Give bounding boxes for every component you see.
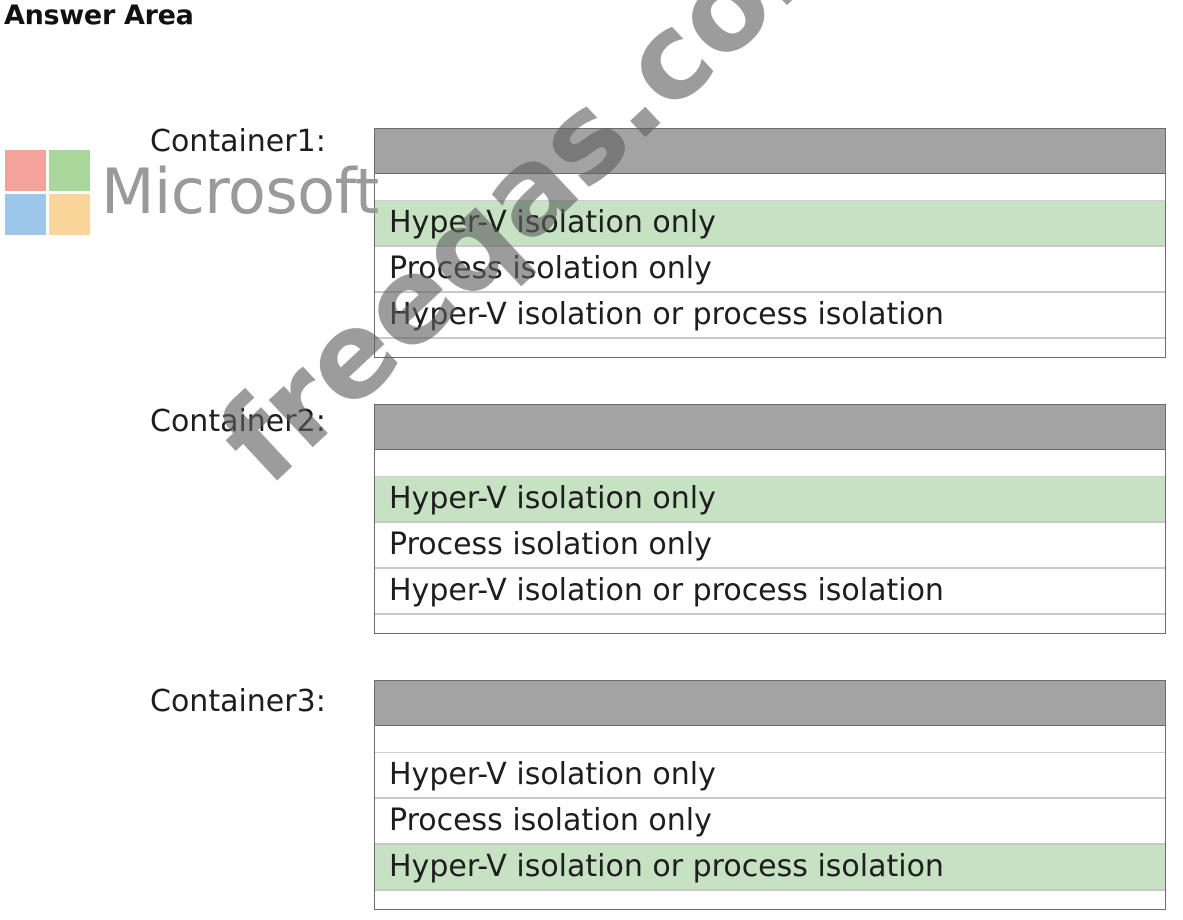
dropdown-option[interactable]: Hyper-V isolation only bbox=[375, 753, 1165, 799]
dropdown-spacer bbox=[375, 726, 1165, 753]
dropdown-spacer bbox=[375, 174, 1165, 201]
dropdown-option[interactable]: Process isolation only bbox=[375, 523, 1165, 569]
logo-square-yellow bbox=[49, 194, 90, 235]
microsoft-wordmark: Microsoft bbox=[101, 155, 379, 228]
dropdown-option[interactable]: Hyper-V isolation only bbox=[375, 477, 1165, 523]
dropdown-header[interactable] bbox=[375, 405, 1165, 450]
dropdown-spacer bbox=[375, 450, 1165, 477]
logo-square-green bbox=[49, 150, 90, 191]
container3-label: Container3: bbox=[150, 684, 326, 719]
dropdown-option[interactable]: Process isolation only bbox=[375, 799, 1165, 845]
answer-area-title: Answer Area bbox=[4, 0, 194, 31]
dropdown-option[interactable]: Hyper-V isolation or process isolation bbox=[375, 569, 1165, 615]
logo-square-red bbox=[5, 150, 46, 191]
logo-square-blue bbox=[5, 194, 46, 235]
container1-dropdown[interactable]: Hyper-V isolation only Process isolation… bbox=[374, 128, 1166, 358]
microsoft-logo-icon bbox=[5, 150, 91, 236]
dropdown-option[interactable]: Hyper-V isolation or process isolation bbox=[375, 845, 1165, 891]
dropdown-option[interactable]: Hyper-V isolation only bbox=[375, 201, 1165, 247]
dropdown-footer bbox=[375, 615, 1165, 633]
dropdown-footer bbox=[375, 339, 1165, 357]
container1-label: Container1: bbox=[150, 124, 326, 159]
container2-label: Container2: bbox=[150, 404, 326, 439]
container2-dropdown[interactable]: Hyper-V isolation only Process isolation… bbox=[374, 404, 1166, 634]
dropdown-option[interactable]: Process isolation only bbox=[375, 247, 1165, 293]
dropdown-header[interactable] bbox=[375, 681, 1165, 726]
container3-dropdown[interactable]: Hyper-V isolation only Process isolation… bbox=[374, 680, 1166, 910]
dropdown-footer bbox=[375, 891, 1165, 909]
dropdown-header[interactable] bbox=[375, 129, 1165, 174]
dropdown-option[interactable]: Hyper-V isolation or process isolation bbox=[375, 293, 1165, 339]
